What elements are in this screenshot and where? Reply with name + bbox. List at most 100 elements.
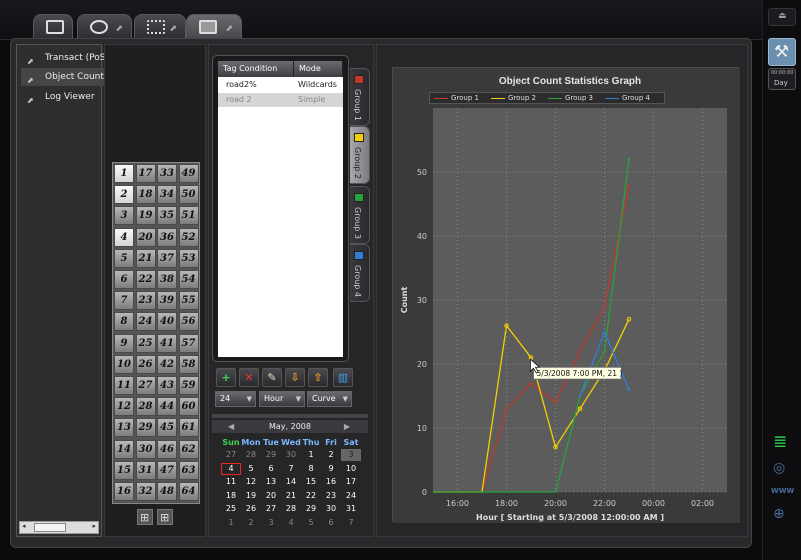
channel-cell[interactable]: 57: [178, 333, 199, 353]
channel-cell[interactable]: 45: [157, 418, 177, 438]
calendar-day[interactable]: 7: [281, 463, 301, 475]
tools-button[interactable]: ⚒: [768, 38, 796, 66]
calendar-day[interactable]: 28: [241, 449, 261, 461]
channel-cell[interactable]: 53: [178, 248, 199, 268]
channel-cell[interactable]: 25: [135, 333, 156, 353]
channel-cell[interactable]: 31: [135, 460, 156, 480]
calendar-day[interactable]: 3: [341, 449, 361, 461]
calendar-day[interactable]: 12: [241, 476, 261, 488]
channel-cell[interactable]: 62: [178, 439, 199, 459]
add-button[interactable]: +: [216, 368, 236, 387]
channel-cell[interactable]: 41: [157, 333, 177, 353]
channel-cell[interactable]: 13: [114, 418, 134, 438]
chart-button[interactable]: ▥: [333, 368, 353, 387]
calendar-day[interactable]: 30: [321, 503, 341, 515]
calendar-day[interactable]: 26: [241, 503, 261, 515]
channel-cell[interactable]: 28: [135, 397, 156, 417]
channel-cell[interactable]: 20: [135, 227, 156, 247]
calendar-day[interactable]: 29: [261, 449, 281, 461]
calendar-day[interactable]: 7: [341, 517, 361, 529]
layout-grid-button[interactable]: ⊞: [137, 509, 153, 525]
tab-window[interactable]: ⬈: [186, 14, 242, 40]
calendar-day[interactable]: 25: [221, 503, 241, 515]
calendar-day[interactable]: 15: [301, 476, 321, 488]
tab-network[interactable]: ⬈: [134, 14, 186, 40]
channel-cell[interactable]: 3: [114, 206, 134, 226]
channel-cell[interactable]: 21: [135, 248, 156, 268]
calendar-day[interactable]: 27: [221, 449, 241, 461]
calendar-day[interactable]: 6: [321, 517, 341, 529]
database-button[interactable]: ≣: [768, 430, 796, 454]
unit-dropdown[interactable]: Hour ▼: [259, 391, 305, 407]
calendar-day[interactable]: 21: [281, 490, 301, 502]
channel-cell[interactable]: 18: [135, 185, 156, 205]
calendar-day[interactable]: 11: [221, 476, 241, 488]
channel-cell[interactable]: 54: [178, 270, 199, 289]
calendar-day[interactable]: 27: [261, 503, 281, 515]
scroll-thumb[interactable]: [34, 523, 66, 532]
channel-cell[interactable]: 17: [135, 164, 156, 183]
prev-month-icon[interactable]: ◀: [228, 420, 234, 433]
channel-cell[interactable]: 37: [157, 248, 177, 268]
tab-monitor[interactable]: [33, 14, 73, 40]
channel-cell[interactable]: 23: [135, 291, 156, 311]
channel-cell[interactable]: 56: [178, 312, 199, 332]
tab-group-4[interactable]: Group 4: [350, 244, 370, 302]
channel-cell[interactable]: 59: [178, 376, 199, 395]
channel-cell[interactable]: 14: [114, 439, 134, 459]
channel-cell[interactable]: 34: [157, 185, 177, 205]
calendar-day[interactable]: 31: [341, 503, 361, 515]
channel-cell[interactable]: 50: [178, 185, 199, 205]
channel-cell[interactable]: 46: [157, 439, 177, 459]
web-button[interactable]: ◎: [768, 458, 796, 482]
channel-cell[interactable]: 4: [114, 227, 134, 247]
channel-cell[interactable]: 63: [178, 460, 199, 480]
table-row[interactable]: road2% Wildcards: [218, 78, 343, 92]
calendar-day[interactable]: 10: [341, 463, 361, 475]
channel-cell[interactable]: 30: [135, 439, 156, 459]
calendar-day[interactable]: 28: [281, 503, 301, 515]
import-button[interactable]: ⇩: [285, 368, 305, 387]
channel-cell[interactable]: 10: [114, 354, 134, 374]
scroll-left-icon[interactable]: ◂: [22, 522, 26, 530]
interval-dropdown[interactable]: 24 ▼: [215, 391, 256, 407]
layout-quad-button[interactable]: ⊞: [157, 509, 173, 525]
channel-cell[interactable]: 33: [157, 164, 177, 183]
calendar-day[interactable]: 13: [261, 476, 281, 488]
calendar-day[interactable]: 6: [261, 463, 281, 475]
channel-cell[interactable]: 5: [114, 248, 134, 268]
channel-cell[interactable]: 7: [114, 291, 134, 311]
channel-cell[interactable]: 32: [135, 482, 156, 501]
calendar-day[interactable]: 4: [221, 462, 241, 475]
day-view-button[interactable]: 00:00:00 Day: [768, 68, 796, 90]
column-header-mode[interactable]: Mode: [294, 61, 343, 77]
calendar-day[interactable]: 4: [281, 517, 301, 529]
channel-cell[interactable]: 24: [135, 312, 156, 332]
scroll-right-icon[interactable]: ▸: [92, 522, 96, 530]
channel-cell[interactable]: 8: [114, 312, 134, 332]
channel-cell[interactable]: 36: [157, 227, 177, 247]
channel-cell[interactable]: 27: [135, 376, 156, 395]
calendar-day[interactable]: 17: [341, 476, 361, 488]
calendar-day[interactable]: 20: [261, 490, 281, 502]
column-header-tag-condition[interactable]: Tag Condition: [218, 61, 294, 77]
channel-cell[interactable]: 9: [114, 333, 134, 353]
channel-cell[interactable]: 29: [135, 418, 156, 438]
delete-button[interactable]: ✕: [239, 368, 259, 387]
channel-cell[interactable]: 52: [178, 227, 199, 247]
channel-cell[interactable]: 44: [157, 397, 177, 417]
channel-cell[interactable]: 22: [135, 270, 156, 289]
channel-cell[interactable]: 16: [114, 482, 134, 501]
calendar-day[interactable]: 23: [321, 490, 341, 502]
channel-cell[interactable]: 35: [157, 206, 177, 226]
calendar-day[interactable]: 16: [321, 476, 341, 488]
calendar-day[interactable]: 29: [301, 503, 321, 515]
search-web-button[interactable]: ⊕: [768, 504, 796, 528]
table-row[interactable]: road 2 Simple: [218, 93, 343, 107]
eject-button[interactable]: ⏏: [768, 8, 796, 26]
calendar-day[interactable]: 30: [281, 449, 301, 461]
tab-group-1[interactable]: Group 1: [350, 68, 370, 126]
calendar-day[interactable]: 2: [321, 449, 341, 461]
tab-group-3[interactable]: Group 3: [350, 186, 370, 244]
calendar-day[interactable]: 5: [241, 463, 261, 475]
